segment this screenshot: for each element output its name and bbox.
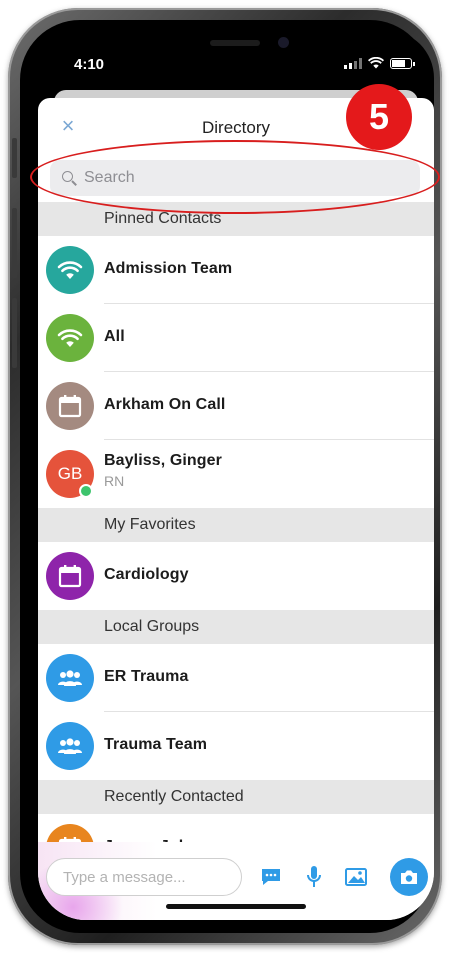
avatar-group-icon (46, 722, 94, 770)
avatar-calendar-icon (46, 552, 94, 600)
wifi-status-icon (368, 57, 384, 69)
chat-icon[interactable] (258, 864, 284, 890)
contact-row[interactable]: GB Bayliss, Ginger RN (38, 440, 434, 508)
battery-icon (390, 57, 415, 69)
volume-down-button (12, 298, 17, 368)
section-header: Recently Contacted (38, 780, 434, 814)
home-indicator (166, 904, 306, 909)
contact-text: Arkham On Call (104, 396, 225, 414)
status-time: 4:10 (74, 56, 105, 73)
contact-name: ER Trauma (104, 668, 189, 685)
avatar-group-icon (46, 654, 94, 702)
search-bar (38, 154, 434, 202)
contact-list[interactable]: Pinned Contacts Admission Team All Arkham O… (38, 202, 434, 842)
avatar-wifi-icon (46, 314, 94, 362)
cellular-signal-icon (344, 57, 362, 69)
contact-name: All (104, 328, 125, 345)
contact-row[interactable]: Trauma Team (38, 712, 434, 780)
contact-name: Arkham On Call (104, 396, 226, 413)
contact-name: Cardiology (104, 566, 189, 583)
contact-text: ER Trauma (104, 668, 189, 686)
contact-row[interactable]: Cardiology (38, 542, 434, 610)
contact-row[interactable]: Admission Team (38, 236, 434, 304)
notch (138, 30, 334, 64)
front-camera (278, 37, 289, 48)
contact-name: Bayliss, Ginger (104, 452, 222, 469)
contact-text: Bayliss, Ginger RN (104, 452, 222, 489)
status-icons (344, 57, 415, 69)
image-icon[interactable] (343, 864, 369, 890)
volume-up-button (12, 208, 17, 278)
step-badge: 5 (346, 84, 412, 150)
avatar-calendar-icon (46, 382, 94, 430)
avatar-calendar-icon (46, 824, 94, 842)
message-input[interactable] (46, 858, 242, 896)
search-icon (60, 169, 78, 187)
avatar-wifi-icon (46, 246, 94, 294)
contact-name: Admission Team (104, 260, 233, 277)
contact-row[interactable]: Arkham On Call (38, 372, 434, 440)
message-composer (38, 842, 434, 920)
contact-name: Trauma Team (104, 736, 208, 753)
mute-switch (12, 138, 17, 178)
camera-button[interactable] (390, 858, 428, 896)
earpiece-speaker (210, 40, 260, 46)
contact-row[interactable]: ER Trauma (38, 644, 434, 712)
section-header: Pinned Contacts (38, 202, 434, 236)
contact-text: All (104, 328, 125, 346)
search-input[interactable] (84, 169, 384, 187)
contact-text: Admission Team (104, 260, 232, 278)
search-field[interactable] (50, 160, 420, 196)
contact-role: RN (104, 473, 125, 489)
contact-row[interactable]: All (38, 304, 434, 372)
microphone-icon[interactable] (301, 864, 327, 890)
phone-screen: 4:10 × Directory Pinned ContactsAdmiss (38, 30, 434, 920)
camera-icon (401, 870, 417, 884)
contact-row[interactable]: Jones, John (38, 814, 434, 842)
online-status-dot (79, 484, 93, 498)
section-header: Local Groups (38, 610, 434, 644)
directory-modal: × Directory Pinned ContactsAdmission Tea… (38, 98, 434, 920)
section-header: My Favorites (38, 508, 434, 542)
contact-text: Cardiology (104, 566, 189, 584)
contact-text: Trauma Team (104, 736, 207, 754)
